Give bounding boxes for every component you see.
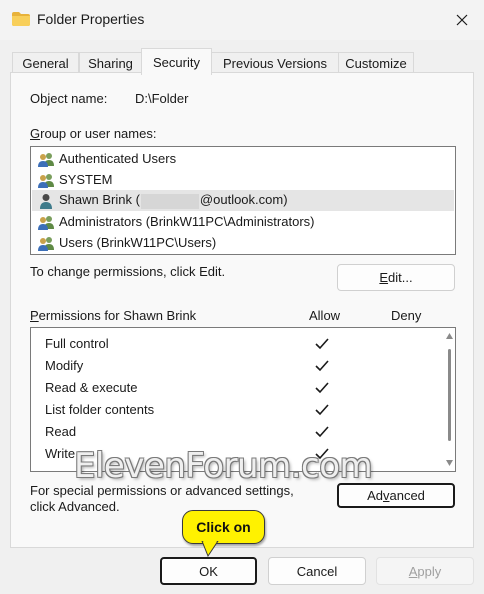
folder-icon <box>12 12 30 26</box>
allow-check-icon <box>315 404 329 416</box>
permission-row: Read <box>45 423 77 439</box>
redacted-email <box>140 193 199 209</box>
close-button[interactable] <box>450 8 474 32</box>
list-item[interactable]: SYSTEM <box>32 169 454 190</box>
object-name-value: D:\Folder <box>135 91 189 106</box>
scroll-thumb[interactable] <box>448 349 451 441</box>
users-group-icon <box>38 236 54 251</box>
list-item[interactable]: Administrators (BrinkW11PC\Administrator… <box>32 211 454 232</box>
edit-button[interactable]: Edit... <box>337 264 455 291</box>
apply-button[interactable]: Apply <box>376 557 474 585</box>
users-group-icon <box>38 152 54 167</box>
permission-row: Modify <box>45 357 84 373</box>
permissions-list[interactable]: Full control Modify Read & execute List … <box>30 327 456 472</box>
tab-previous-versions[interactable]: Previous Versions <box>211 52 339 74</box>
object-name-label: Object name: <box>30 91 108 106</box>
allow-check-icon <box>315 426 329 438</box>
group-user-list[interactable]: Authenticated Users SYSTEM Shawn Brink (… <box>30 146 456 255</box>
users-group-icon <box>38 173 54 188</box>
close-icon <box>456 14 468 26</box>
special-permissions-text-line2: click Advanced. <box>30 499 120 514</box>
deny-header: Deny <box>391 308 422 323</box>
user-name: Authenticated Users <box>59 151 177 166</box>
window-title: Folder Properties <box>37 11 145 27</box>
change-permissions-text: To change permissions, click Edit. <box>30 264 226 279</box>
allow-check-icon <box>315 338 329 350</box>
permission-row: Full control <box>45 335 109 351</box>
tab-customize[interactable]: Customize <box>338 52 414 74</box>
ok-button[interactable]: OK <box>160 557 257 585</box>
list-item-selected[interactable]: Shawn Brink (@outlook.com) <box>32 190 454 211</box>
allow-check-icon <box>315 448 329 460</box>
scroll-up-arrow-icon[interactable] <box>446 333 453 339</box>
title-bar: Folder Properties <box>0 0 484 40</box>
allow-header: Allow <box>309 308 341 323</box>
allow-check-icon <box>315 382 329 394</box>
advanced-button[interactable]: Ad v anced <box>337 483 455 508</box>
security-panel: Object name: D:\Folder Group or user nam… <box>10 72 474 548</box>
callout-pointer-icon <box>201 541 219 557</box>
tab-general[interactable]: General <box>12 52 79 74</box>
user-name: Shawn Brink (@outlook.com) <box>59 192 288 209</box>
list-item[interactable]: Authenticated Users <box>32 148 454 169</box>
tab-security[interactable]: Security <box>141 48 212 75</box>
tab-sharing[interactable]: Sharing <box>79 52 142 74</box>
user-name: SYSTEM <box>59 172 113 187</box>
group-names-label: Group or user names: <box>30 126 157 141</box>
permissions-label: Permissions for Shawn Brink <box>30 308 197 323</box>
permission-row: Read & execute <box>45 379 138 395</box>
permission-row: List folder contents <box>45 401 155 417</box>
user-name: Administrators (BrinkW11PC\Administrator… <box>59 214 315 229</box>
user-icon <box>40 193 52 209</box>
list-item[interactable]: Users (BrinkW11PC\Users) <box>32 232 454 253</box>
users-group-icon <box>38 215 54 230</box>
scroll-down-arrow-icon[interactable] <box>446 460 453 466</box>
cancel-button[interactable]: Cancel <box>268 557 366 585</box>
permission-row: Write <box>45 445 76 461</box>
permissions-scrollbar[interactable] <box>444 329 454 470</box>
click-on-callout: Click on <box>182 510 265 544</box>
special-permissions-text-line1: For special permissions or advanced sett… <box>30 483 294 498</box>
allow-check-icon <box>315 360 329 372</box>
user-name: Users (BrinkW11PC\Users) <box>59 235 217 250</box>
